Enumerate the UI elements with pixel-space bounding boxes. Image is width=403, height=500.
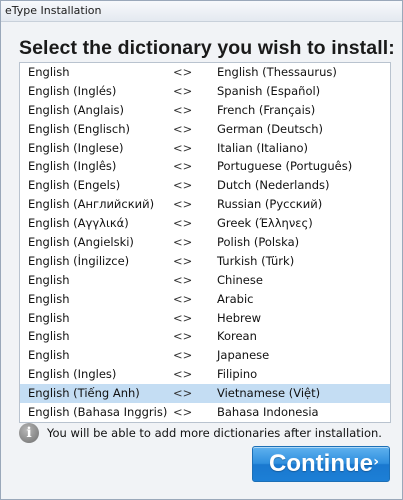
bidirectional-arrow-icon: <> xyxy=(173,178,193,193)
target-language: French (Français) xyxy=(217,102,316,117)
dictionary-row[interactable]: English (Inglese) <> Italian (Italiano) xyxy=(20,139,390,158)
target-language: Chinese xyxy=(217,272,263,287)
dictionary-row[interactable]: English <> Chinese xyxy=(20,271,390,290)
source-language: English (Inglés) xyxy=(28,83,117,98)
installer-window: eType Installation Select the dictionary… xyxy=(0,0,403,500)
bidirectional-arrow-icon: <> xyxy=(173,102,193,117)
source-language: English (Engels) xyxy=(28,178,121,193)
target-language: Bahasa Indonesia xyxy=(217,405,319,420)
target-language: Polish (Polska) xyxy=(217,235,300,250)
target-language: Vietnamese (Việt) xyxy=(217,386,321,401)
bidirectional-arrow-icon: <> xyxy=(173,291,193,306)
bidirectional-arrow-icon: <> xyxy=(173,348,193,363)
bidirectional-arrow-icon: <> xyxy=(173,235,193,250)
dictionary-row[interactable]: English (Inglês) <> Portuguese (Português) xyxy=(20,157,390,176)
dictionary-row[interactable]: English (Ingles) <> Filipino xyxy=(20,365,390,384)
continue-button[interactable]: Continue › xyxy=(252,446,390,482)
target-language: Russian (Русский) xyxy=(217,197,323,212)
chevron-right-icon: › xyxy=(373,454,379,470)
dictionary-row[interactable]: English (Английский) <> Russian (Русский) xyxy=(20,195,390,214)
target-language: Korean xyxy=(217,329,257,344)
target-language: Arabic xyxy=(217,291,254,306)
bidirectional-arrow-icon: <> xyxy=(173,386,193,401)
window-title: eType Installation xyxy=(1,1,402,22)
bidirectional-arrow-icon: <> xyxy=(173,253,193,268)
target-language: Filipino xyxy=(217,367,258,382)
dictionary-row[interactable]: English <> Korean xyxy=(20,327,390,346)
target-language: Spanish (Español) xyxy=(217,83,321,98)
source-language: English (Inglês) xyxy=(28,159,117,174)
info-icon: i xyxy=(19,423,39,443)
dictionary-row[interactable]: English <> Japanese xyxy=(20,346,390,365)
page-title: Select the dictionary you wish to instal… xyxy=(19,37,395,59)
source-language: English (Englisch) xyxy=(28,121,131,136)
bidirectional-arrow-icon: <> xyxy=(173,140,193,155)
target-language: German (Deutsch) xyxy=(217,121,324,136)
source-language: English (Anglais) xyxy=(28,102,125,117)
bidirectional-arrow-icon: <> xyxy=(173,197,193,212)
dictionary-row[interactable]: English (Angielski) <> Polish (Polska) xyxy=(20,233,390,252)
bidirectional-arrow-icon: <> xyxy=(173,159,193,174)
bidirectional-arrow-icon: <> xyxy=(173,405,193,420)
dictionary-row[interactable]: English <> Hebrew xyxy=(20,309,390,328)
source-language: English (Ingles) xyxy=(28,367,117,382)
source-language: English (Tiếng Anh) xyxy=(28,386,140,401)
source-language: English (İngilizce) xyxy=(28,253,130,268)
bidirectional-arrow-icon: <> xyxy=(173,329,193,344)
source-language: English xyxy=(28,348,70,363)
dictionary-row[interactable]: English (Englisch) <> German (Deutsch) xyxy=(20,120,390,139)
source-language: English (Bahasa Inggris) xyxy=(28,405,168,420)
source-language: English (Inglese) xyxy=(28,140,124,155)
dictionary-row[interactable]: English (Αγγλικά) <> Greek (Έλληνες) xyxy=(20,214,390,233)
source-language: English xyxy=(28,65,70,79)
dictionary-row[interactable]: English (İngilizce) <> Turkish (Türk) xyxy=(20,252,390,271)
bidirectional-arrow-icon: <> xyxy=(173,216,193,231)
bidirectional-arrow-icon: <> xyxy=(173,83,193,98)
target-language: English (Thessaurus) xyxy=(217,65,337,79)
dictionary-row[interactable]: English (Tiếng Anh) <> Vietnamese (Việt) xyxy=(20,384,390,404)
continue-button-label: Continue xyxy=(269,450,373,477)
source-language: English xyxy=(28,272,70,287)
target-language: Portuguese (Português) xyxy=(217,159,353,174)
dictionary-row[interactable]: English (Engels) <> Dutch (Nederlands) xyxy=(20,176,390,195)
info-message: You will be able to add more dictionarie… xyxy=(47,426,382,440)
target-language: Italian (Italiano) xyxy=(217,140,309,155)
bidirectional-arrow-icon: <> xyxy=(173,272,193,287)
target-language: Turkish (Türk) xyxy=(217,253,295,268)
source-language: English xyxy=(28,329,70,344)
bidirectional-arrow-icon: <> xyxy=(173,310,193,325)
bidirectional-arrow-icon: <> xyxy=(173,65,193,79)
target-language: Greek (Έλληνες) xyxy=(217,216,313,231)
source-language: English (Английский) xyxy=(28,197,155,212)
bidirectional-arrow-icon: <> xyxy=(173,121,193,136)
dictionary-row[interactable]: English <> Arabic xyxy=(20,290,390,309)
dictionary-row[interactable]: English (Bahasa Inggris) <> Bahasa Indones… xyxy=(20,403,390,422)
source-language: English (Αγγλικά) xyxy=(28,216,129,231)
source-language: English xyxy=(28,291,70,306)
dictionary-list[interactable]: English <> English (Thessaurus) English (In… xyxy=(19,62,391,423)
dictionary-row[interactable]: English (Inglés) <> Spanish (Español) xyxy=(20,82,390,101)
source-language: English xyxy=(28,310,70,325)
source-language: English (Angielski) xyxy=(28,235,134,250)
dictionary-row[interactable]: English <> English (Thessaurus) xyxy=(20,63,390,82)
target-language: Japanese xyxy=(217,348,270,363)
bidirectional-arrow-icon: <> xyxy=(173,367,193,382)
dictionary-row[interactable]: English (Anglais) <> French (Français) xyxy=(20,101,390,120)
target-language: Hebrew xyxy=(217,310,261,325)
target-language: Dutch (Nederlands) xyxy=(217,178,330,193)
